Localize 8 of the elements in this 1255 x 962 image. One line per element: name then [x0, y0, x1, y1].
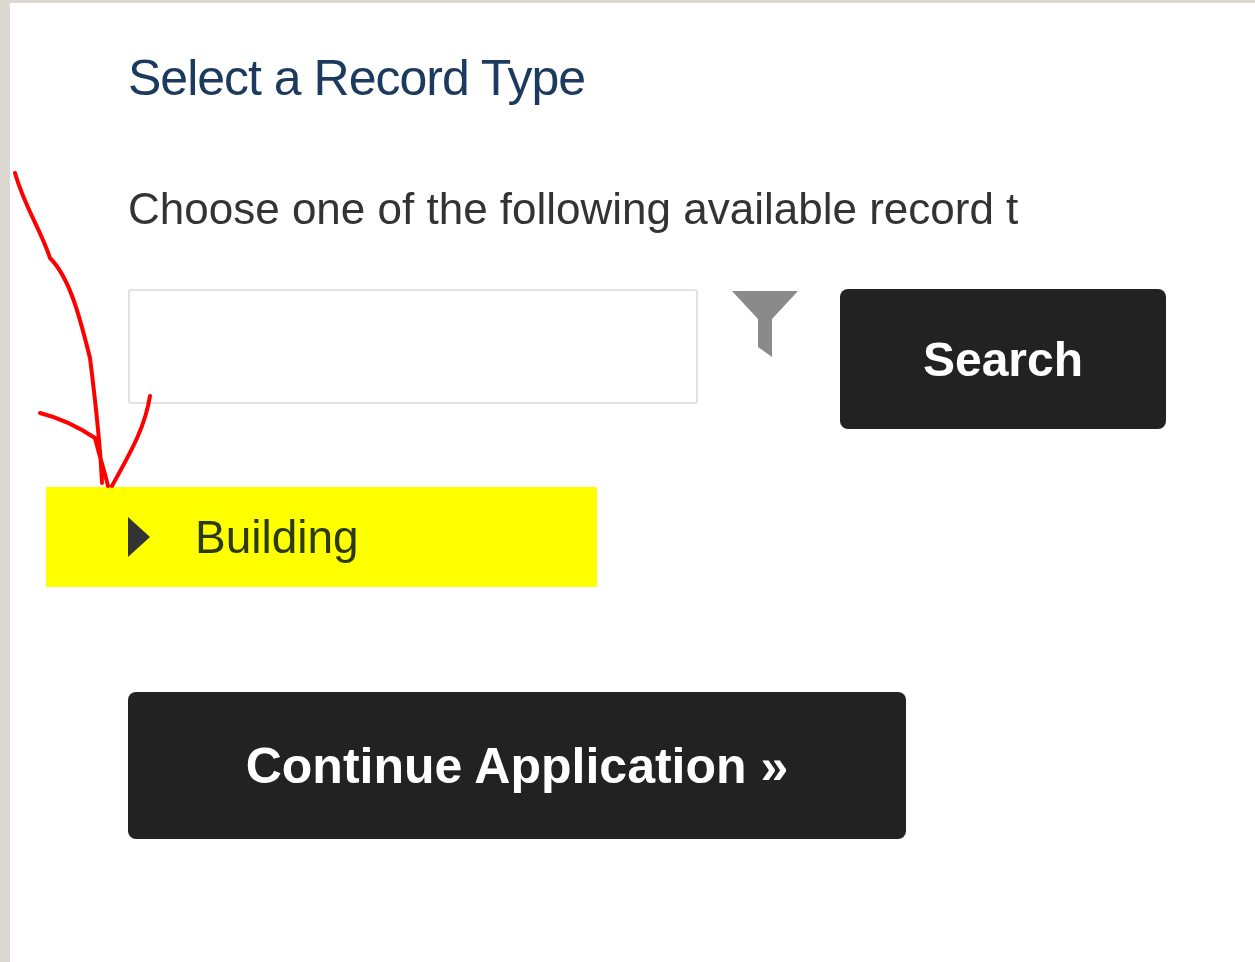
filter-icon[interactable]	[730, 289, 800, 359]
continue-button[interactable]: Continue Application »	[128, 692, 906, 839]
instructions-text: Choose one of the following available record t	[128, 183, 1020, 235]
search-field[interactable]	[128, 289, 698, 404]
search-button[interactable]: Search	[840, 289, 1166, 429]
tree-item[interactable]: Building	[46, 487, 597, 587]
page-title: Select a Record Type	[128, 49, 587, 108]
caret-icon[interactable]	[128, 517, 150, 557]
